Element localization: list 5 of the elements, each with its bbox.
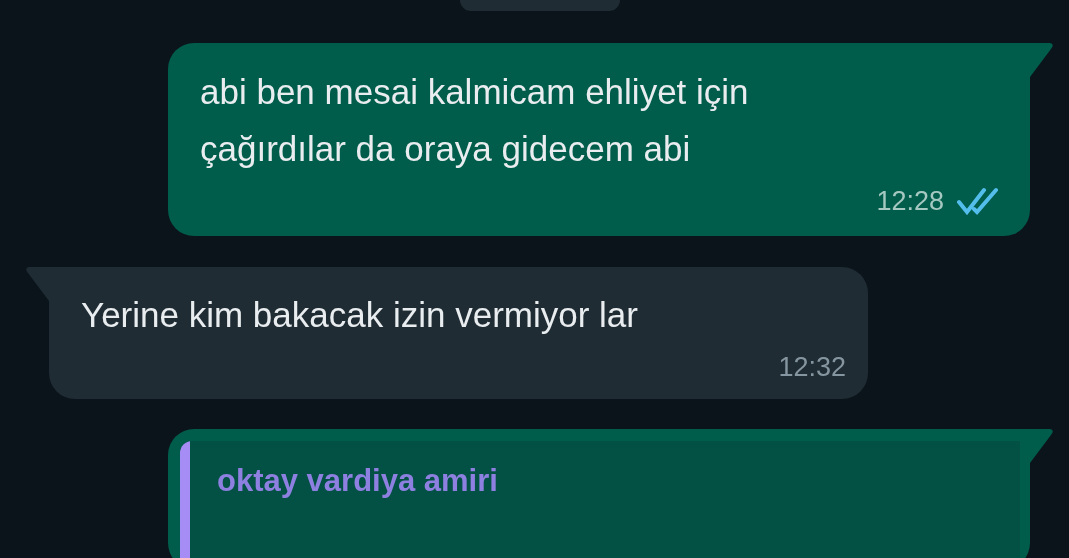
message-time: 12:28 — [876, 185, 944, 218]
quoted-author: oktay vardiya amiri — [216, 462, 498, 500]
message-text: Yerine kim bakacak izin vermiyor lar — [81, 293, 639, 336]
message-time: 12:32 — [777, 350, 846, 384]
message-text: abi ben mesai kalmicam ehliyet için çağırdılar da oraya gidecem abi — [200, 71, 750, 170]
